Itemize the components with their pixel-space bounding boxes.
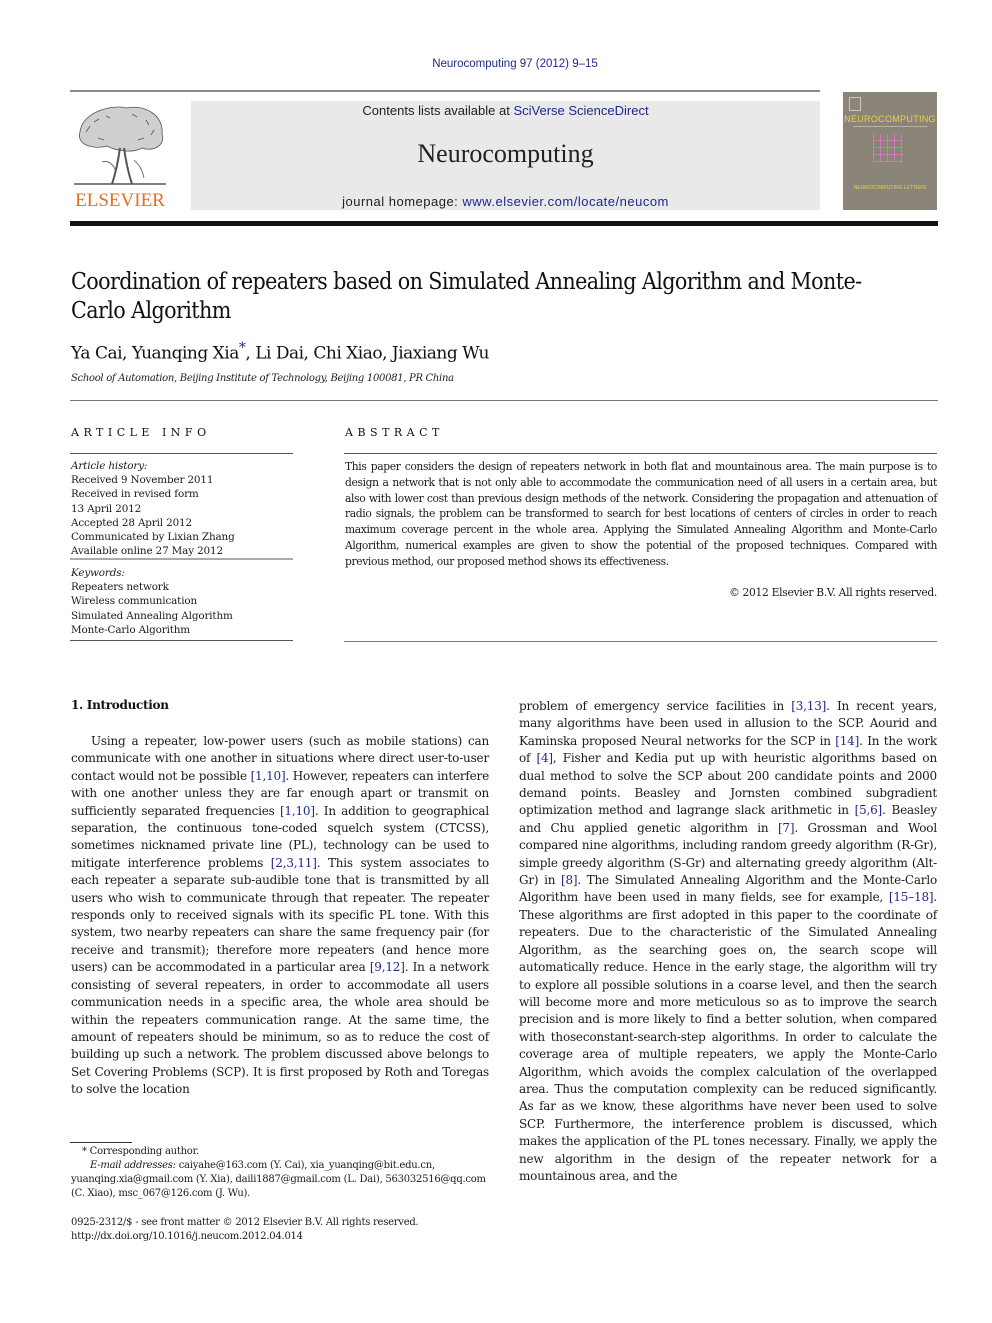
cover-bottom-text: NEUROCOMPUTING LETTERS bbox=[853, 185, 927, 191]
homepage-line: journal homepage: www.elsevier.com/locat… bbox=[191, 194, 820, 209]
citation-link[interactable]: [9,12] bbox=[370, 960, 405, 974]
citation-link[interactable]: [4] bbox=[536, 751, 553, 765]
email-label: E-mail addresses: bbox=[90, 1160, 176, 1171]
authors-rest: , Li Dai, Chi Xiao, Jiaxiang Wu bbox=[245, 343, 489, 364]
article-info-rule bbox=[70, 640, 293, 641]
citation-link[interactable]: [2,3,11] bbox=[271, 856, 317, 870]
cover-publisher-icon bbox=[849, 97, 861, 111]
journal-name: Neurocomputing bbox=[417, 139, 594, 168]
history-item: Received in revised form bbox=[71, 488, 199, 501]
citation-link[interactable]: [1,10] bbox=[280, 804, 315, 818]
article-title: Coordination of repeaters based on Simul… bbox=[71, 269, 862, 324]
keywords: Keywords: Repeaters network Wireless com… bbox=[71, 566, 233, 637]
affiliation-rule bbox=[70, 400, 938, 401]
authors-first: Ya Cai, Yuanqing Xia bbox=[71, 343, 239, 364]
paragraph: Using a repeater, low-power users (such … bbox=[71, 734, 489, 1097]
elsevier-wordmark: ELSEVIER bbox=[75, 190, 165, 211]
doi-link[interactable]: http://dx.doi.org/10.1016/j.neucom.2012.… bbox=[71, 1230, 303, 1244]
journal-cover-image[interactable]: NEUROCOMPUTING NEUROCOMPUTING LETTERS bbox=[843, 92, 937, 210]
email-addresses: E-mail addresses: caiyahe@163.com (Y. Ca… bbox=[71, 1159, 491, 1201]
header-rule bbox=[70, 90, 820, 92]
paragraph: problem of emergency service facilities … bbox=[519, 699, 937, 1183]
article-history: Article history: Received 9 November 201… bbox=[71, 459, 235, 558]
contents-prefix: Contents lists available at bbox=[362, 103, 514, 118]
elsevier-logo[interactable]: ELSEVIER bbox=[70, 100, 170, 212]
body-column-right: problem of emergency service facilities … bbox=[519, 698, 937, 1185]
homepage-prefix: journal homepage: bbox=[342, 194, 463, 209]
citation-link[interactable]: [5,6] bbox=[855, 803, 883, 817]
contents-line: Contents lists available at SciVerse Sci… bbox=[191, 103, 820, 118]
article-info-heading: ARTICLE INFO bbox=[71, 426, 211, 439]
abstract-rule bbox=[344, 453, 937, 454]
cover-divider bbox=[853, 126, 927, 127]
keyword-item: Repeaters network bbox=[71, 581, 169, 594]
journal-reference-link[interactable]: Neurocomputing 97 (2012) 9–15 bbox=[0, 58, 992, 70]
cover-title: NEUROCOMPUTING bbox=[844, 114, 936, 124]
history-item: 13 April 2012 bbox=[71, 502, 142, 515]
body-column-left: Using a repeater, low-power users (such … bbox=[71, 733, 489, 1099]
abstract-text: This paper considers the design of repea… bbox=[345, 460, 937, 568]
history-item: Accepted 28 April 2012 bbox=[71, 516, 192, 529]
article-info-rule bbox=[70, 558, 293, 560]
keyword-item: Monte-Carlo Algorithm bbox=[71, 623, 191, 636]
elsevier-tree-icon bbox=[74, 106, 166, 185]
author-list: Ya Cai, Yuanqing Xia*, Li Dai, Chi Xiao,… bbox=[71, 340, 489, 364]
footnote-rule bbox=[70, 1142, 132, 1143]
citation-link[interactable]: [14] bbox=[835, 734, 859, 748]
homepage-link[interactable]: www.elsevier.com/locate/neucom bbox=[462, 194, 668, 209]
abstract-copyright: © 2012 Elsevier B.V. All rights reserved… bbox=[729, 586, 937, 599]
abstract-heading: ABSTRACT bbox=[345, 426, 444, 439]
citation-link[interactable]: [8] bbox=[561, 873, 578, 887]
keyword-item: Simulated Annealing Algorithm bbox=[71, 609, 233, 622]
cover-grid-graphic bbox=[873, 134, 903, 162]
keyword-item: Wireless communication bbox=[71, 595, 198, 608]
front-matter-note: 0925-2312/$ - see front matter © 2012 El… bbox=[71, 1217, 419, 1228]
sciencedirect-link[interactable]: SciVerse ScienceDirect bbox=[513, 103, 648, 118]
article-info-rule bbox=[70, 453, 293, 454]
keywords-label: Keywords: bbox=[71, 567, 125, 579]
citation-link[interactable]: [1,10] bbox=[251, 769, 286, 783]
affiliation: School of Automation, Beijing Institute … bbox=[71, 373, 454, 384]
article-history-label: Article history: bbox=[71, 460, 148, 472]
history-item: Communicated by Lixian Zhang bbox=[71, 531, 235, 544]
header-thick-rule bbox=[70, 221, 938, 226]
corresponding-author-note: * Corresponding author. bbox=[82, 1146, 199, 1157]
section-heading-introduction: 1. Introduction bbox=[71, 698, 169, 712]
abstract-rule bbox=[344, 641, 937, 642]
citation-link[interactable]: [7] bbox=[778, 821, 795, 835]
citation-link[interactable]: [3,13] bbox=[791, 699, 826, 713]
citation-link[interactable]: [15–18] bbox=[889, 890, 934, 904]
history-item: Available online 27 May 2012 bbox=[71, 545, 223, 558]
journal-masthead: Contents lists available at SciVerse Sci… bbox=[191, 101, 820, 210]
history-item: Received 9 November 2011 bbox=[71, 474, 214, 487]
